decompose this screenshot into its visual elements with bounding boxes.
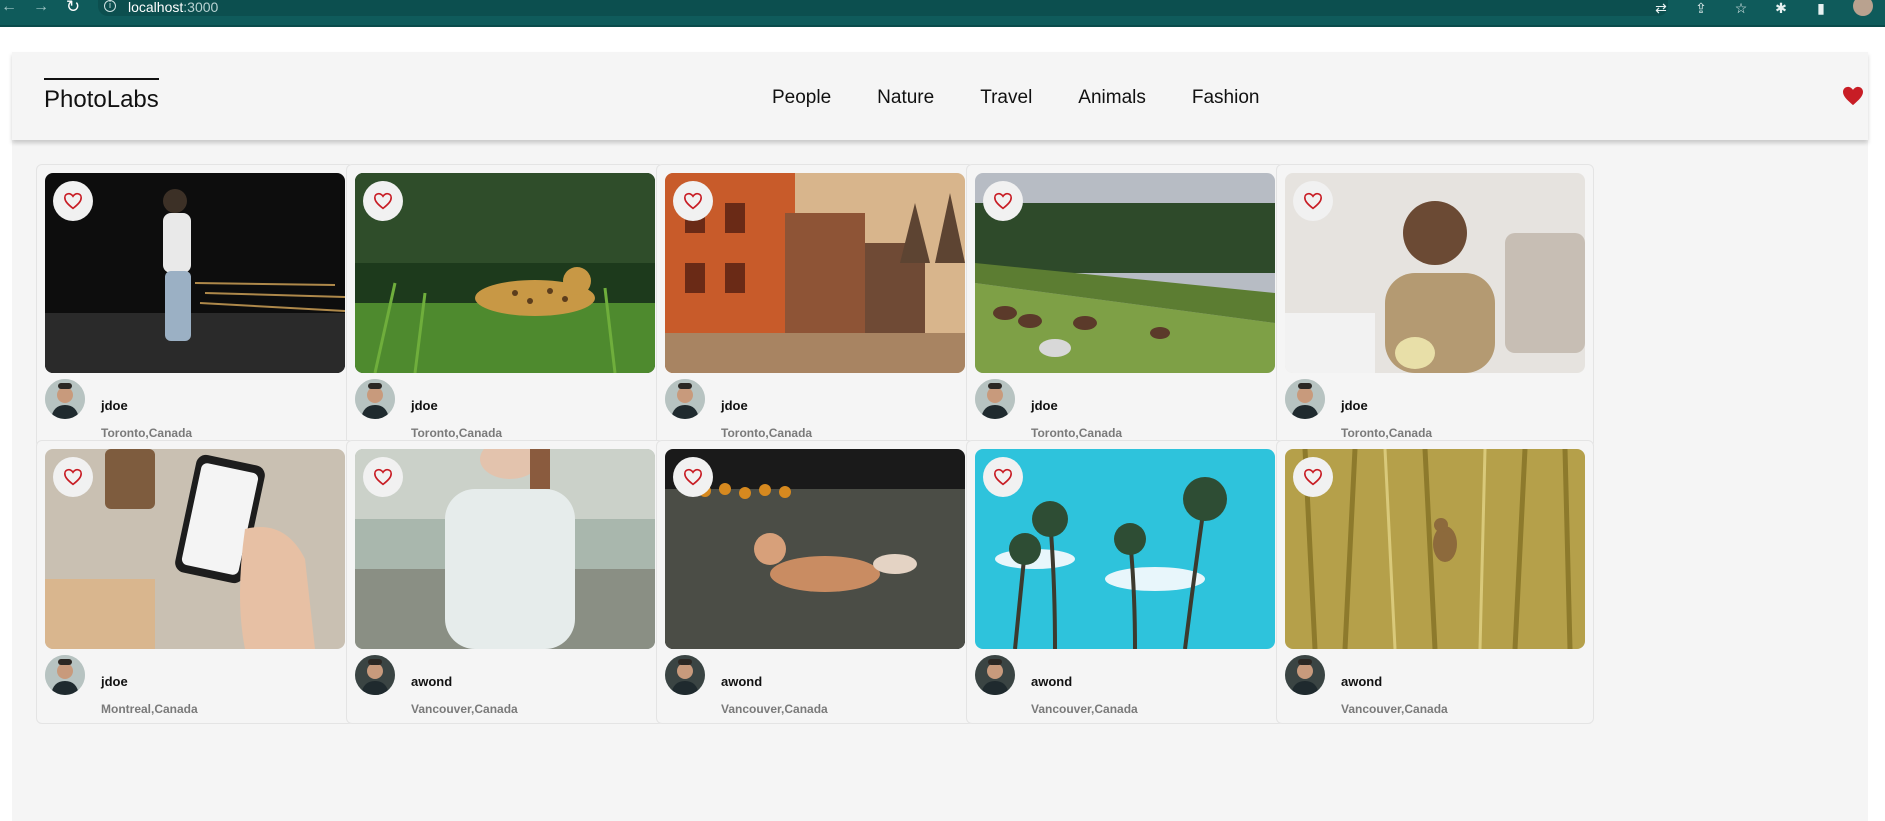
translate-icon[interactable]: ⇄ — [1653, 1, 1669, 15]
avatar — [975, 379, 1015, 419]
photo-username: jdoe — [1031, 398, 1058, 413]
photo-card[interactable]: awond Vancouver,Canada — [1276, 440, 1594, 724]
photo-username: jdoe — [101, 674, 128, 689]
browser-toolbar: ← → ↻ i localhost:3000 ⇄ ⇪ ☆ ✱ ▮ — [0, 0, 1885, 27]
logo[interactable]: PhotoLabs — [44, 78, 159, 114]
share-icon[interactable]: ⇪ — [1693, 1, 1709, 15]
photo-card[interactable]: jdoe Toronto,Canada — [36, 164, 354, 448]
photo-location: Toronto,Canada — [721, 426, 813, 440]
favorite-heart-icon[interactable] — [1293, 457, 1333, 497]
photo-location: Toronto,Canada — [411, 426, 503, 440]
photo-location: Vancouver,Canada — [721, 702, 828, 716]
photo-username: jdoe — [1341, 398, 1368, 413]
photo-location: Vancouver,Canada — [1031, 702, 1138, 716]
photo-username: awond — [1031, 674, 1073, 689]
topic-animals[interactable]: Animals — [1078, 87, 1146, 109]
topic-fashion[interactable]: Fashion — [1192, 87, 1260, 109]
favorite-heart-icon[interactable] — [983, 457, 1023, 497]
avatar — [355, 655, 395, 695]
top-navigation-bar: PhotoLabs People Nature Travel Animals F… — [12, 52, 1868, 140]
reload-icon[interactable]: ↻ — [64, 0, 82, 16]
photo-username: awond — [411, 674, 453, 689]
avatar — [1285, 655, 1325, 695]
topic-list: People Nature Travel Animals Fashion — [772, 87, 1259, 109]
photo-location: Vancouver,Canada — [411, 702, 518, 716]
photo-card[interactable]: jdoe Toronto,Canada — [966, 164, 1284, 448]
photo-username: awond — [1341, 674, 1383, 689]
address-bar[interactable]: i localhost:3000 — [98, 0, 1668, 16]
photo-username: jdoe — [411, 398, 438, 413]
photo-username: jdoe — [101, 398, 128, 413]
favorite-heart-icon[interactable] — [673, 457, 713, 497]
star-icon[interactable]: ☆ — [1733, 1, 1749, 15]
avatar — [665, 655, 705, 695]
favorites-heart-icon[interactable] — [1842, 86, 1864, 106]
photo-username: jdoe — [721, 398, 748, 413]
photo-card[interactable]: awond Vancouver,Canada — [966, 440, 1284, 724]
app-page: PhotoLabs People Nature Travel Animals F… — [12, 52, 1868, 821]
favorite-heart-icon[interactable] — [363, 457, 403, 497]
avatar — [45, 655, 85, 695]
photo-card[interactable]: jdoe Toronto,Canada — [656, 164, 974, 448]
photo-card[interactable]: jdoe Toronto,Canada — [1276, 164, 1594, 448]
profile-avatar[interactable] — [1853, 0, 1873, 16]
photo-card[interactable]: jdoe Montreal,Canada — [36, 440, 354, 724]
topic-people[interactable]: People — [772, 87, 831, 109]
favorite-heart-icon[interactable] — [673, 181, 713, 221]
photo-card[interactable]: awond Vancouver,Canada — [346, 440, 664, 724]
avatar — [975, 655, 1015, 695]
info-icon[interactable]: i — [104, 0, 116, 12]
forward-icon[interactable]: → — [32, 0, 50, 16]
avatar — [1285, 379, 1325, 419]
avatar — [665, 379, 705, 419]
photo-location: Toronto,Canada — [1031, 426, 1123, 440]
photo-location: Toronto,Canada — [101, 426, 193, 440]
favorite-heart-icon[interactable] — [1293, 181, 1333, 221]
photo-card[interactable]: awond Vancouver,Canada — [656, 440, 974, 724]
photo-location: Vancouver,Canada — [1341, 702, 1448, 716]
back-icon[interactable]: ← — [0, 0, 18, 16]
favorite-heart-icon[interactable] — [363, 181, 403, 221]
avatar — [355, 379, 395, 419]
photo-location: Toronto,Canada — [1341, 426, 1433, 440]
favorite-heart-icon[interactable] — [53, 181, 93, 221]
photo-location: Montreal,Canada — [101, 702, 198, 716]
sidepanel-icon[interactable]: ▮ — [1813, 1, 1829, 15]
favorite-heart-icon[interactable] — [983, 181, 1023, 221]
extensions-icon[interactable]: ✱ — [1773, 1, 1789, 15]
photo-card[interactable]: jdoe Toronto,Canada — [346, 164, 664, 448]
avatar — [45, 379, 85, 419]
favorite-heart-icon[interactable] — [53, 457, 93, 497]
address-url[interactable]: localhost:3000 — [128, 0, 218, 15]
photo-username: awond — [721, 674, 763, 689]
topic-travel[interactable]: Travel — [980, 87, 1032, 109]
topic-nature[interactable]: Nature — [877, 87, 934, 109]
